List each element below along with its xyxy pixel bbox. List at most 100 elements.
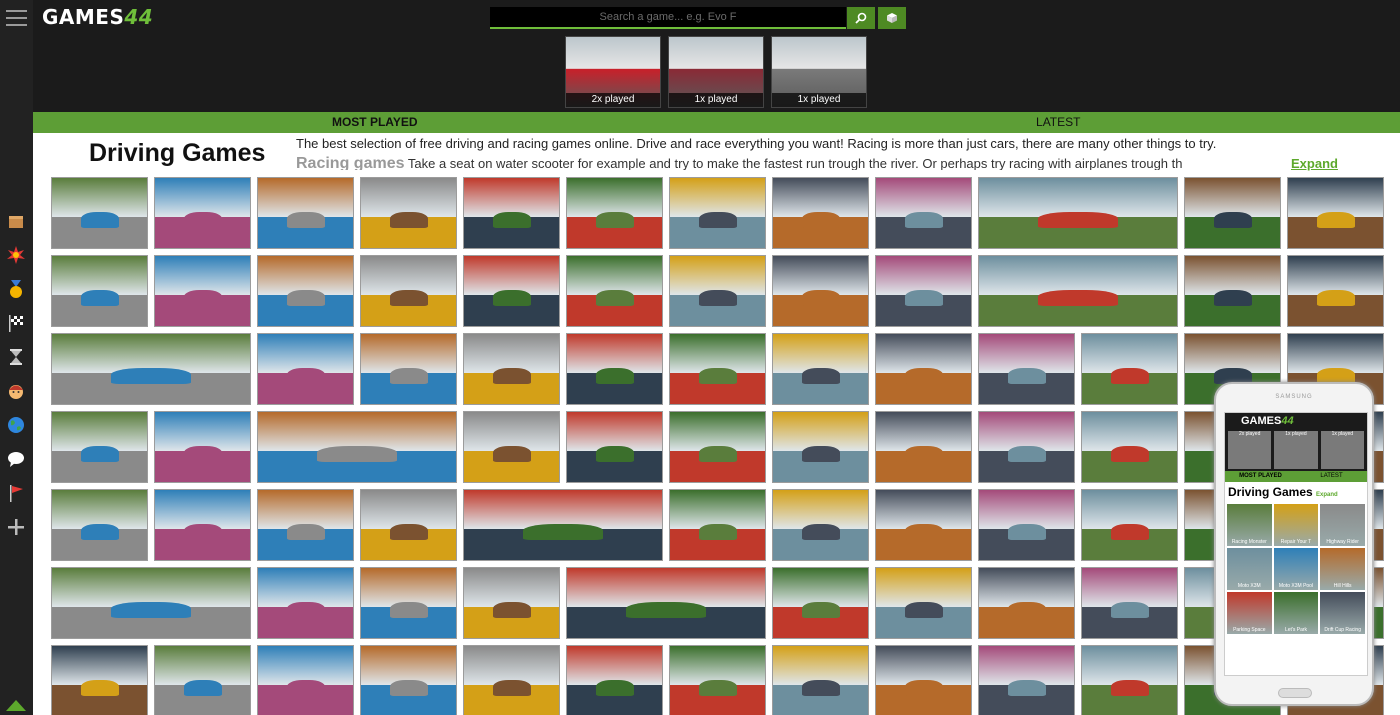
medal-icon[interactable]	[5, 278, 27, 300]
game-thumb[interactable]	[669, 489, 766, 561]
game-thumb[interactable]	[1081, 645, 1178, 715]
game-thumb[interactable]	[772, 255, 869, 327]
game-thumb[interactable]	[257, 411, 457, 483]
game-thumb[interactable]	[875, 645, 972, 715]
expand-link[interactable]: Expand	[1291, 156, 1338, 171]
game-thumb[interactable]	[463, 567, 560, 639]
game-thumb[interactable]	[51, 567, 251, 639]
game-thumb[interactable]	[51, 255, 148, 327]
game-thumb[interactable]	[669, 255, 766, 327]
game-thumb[interactable]	[875, 567, 972, 639]
game-thumb[interactable]	[154, 489, 251, 561]
game-thumb[interactable]	[1287, 255, 1384, 327]
search-button[interactable]	[847, 7, 875, 29]
hourglass-icon[interactable]	[5, 346, 27, 368]
game-thumb[interactable]	[1081, 333, 1178, 405]
game-thumb[interactable]	[772, 177, 869, 249]
game-thumb[interactable]	[257, 645, 354, 715]
search-input[interactable]	[490, 7, 846, 29]
face-icon[interactable]	[5, 380, 27, 402]
game-thumb[interactable]	[978, 489, 1075, 561]
recent-game-thumb[interactable]: 1x played	[771, 36, 867, 108]
game-thumb[interactable]	[154, 645, 251, 715]
game-thumb[interactable]	[51, 177, 148, 249]
tab-most-played[interactable]: MOST PLAYED	[33, 112, 717, 133]
recent-game-caption: 1x played	[669, 93, 763, 107]
game-thumb[interactable]	[154, 177, 251, 249]
game-thumb[interactable]	[360, 177, 457, 249]
game-thumb[interactable]	[772, 489, 869, 561]
game-thumb[interactable]	[257, 255, 354, 327]
game-thumb[interactable]	[978, 177, 1178, 249]
game-thumb[interactable]	[257, 489, 354, 561]
speech-bubble-icon[interactable]	[5, 448, 27, 470]
red-flag-icon[interactable]	[5, 482, 27, 504]
game-thumb[interactable]	[978, 645, 1075, 715]
game-thumb[interactable]	[463, 411, 560, 483]
tab-latest[interactable]: LATEST	[717, 112, 1400, 133]
game-thumb[interactable]	[360, 255, 457, 327]
game-thumb[interactable]	[1081, 489, 1178, 561]
game-thumb[interactable]	[360, 489, 457, 561]
game-thumb[interactable]	[257, 333, 354, 405]
globe-icon[interactable]	[5, 414, 27, 436]
recent-game-thumb[interactable]: 2x played	[565, 36, 661, 108]
game-thumb[interactable]	[875, 177, 972, 249]
game-thumb[interactable]	[875, 489, 972, 561]
game-thumb[interactable]	[360, 645, 457, 715]
game-thumb[interactable]	[566, 255, 663, 327]
game-thumb[interactable]	[978, 255, 1178, 327]
game-thumb[interactable]	[875, 255, 972, 327]
site-logo[interactable]: GAMES44	[42, 5, 153, 29]
game-thumb[interactable]	[257, 177, 354, 249]
game-thumb[interactable]	[51, 411, 148, 483]
game-thumb[interactable]	[566, 177, 663, 249]
game-thumb[interactable]	[1184, 255, 1281, 327]
box-icon[interactable]	[5, 210, 27, 232]
game-thumb[interactable]	[51, 333, 251, 405]
game-thumb[interactable]	[51, 489, 148, 561]
random-game-button[interactable]	[878, 7, 906, 29]
game-thumb[interactable]	[566, 567, 766, 639]
game-thumb[interactable]	[463, 177, 560, 249]
game-thumb[interactable]	[772, 411, 869, 483]
game-thumb[interactable]	[566, 645, 663, 715]
game-thumb[interactable]	[360, 567, 457, 639]
game-thumb[interactable]	[566, 411, 663, 483]
game-thumb[interactable]	[772, 567, 869, 639]
game-thumb[interactable]	[463, 255, 560, 327]
game-thumb[interactable]	[360, 333, 457, 405]
game-thumb[interactable]	[669, 645, 766, 715]
game-thumb[interactable]	[772, 645, 869, 715]
explosion-icon[interactable]	[5, 244, 27, 266]
game-thumb[interactable]	[463, 333, 560, 405]
game-thumb[interactable]	[51, 645, 148, 715]
game-thumb[interactable]	[875, 411, 972, 483]
game-thumb[interactable]	[978, 411, 1075, 483]
scroll-up-icon[interactable]	[6, 700, 26, 711]
game-thumb[interactable]	[772, 333, 869, 405]
game-thumb[interactable]	[978, 567, 1075, 639]
game-thumb[interactable]	[978, 333, 1075, 405]
game-thumb[interactable]	[566, 333, 663, 405]
game-thumb[interactable]	[669, 177, 766, 249]
game-thumb[interactable]	[1081, 411, 1178, 483]
game-thumb[interactable]	[257, 567, 354, 639]
game-thumb[interactable]	[669, 333, 766, 405]
mobile-preview: SAMSUNG GAMES44 2x played 1x played 1x pla…	[1214, 382, 1374, 706]
game-thumb[interactable]	[154, 255, 251, 327]
plus-icon[interactable]	[5, 516, 27, 538]
game-thumb[interactable]	[463, 645, 560, 715]
game-thumb[interactable]	[1287, 177, 1384, 249]
game-thumb[interactable]	[154, 411, 251, 483]
game-thumb[interactable]	[1081, 567, 1178, 639]
game-thumb[interactable]	[1184, 177, 1281, 249]
hamburger-menu-icon[interactable]	[6, 10, 27, 26]
recent-game-thumb[interactable]: 1x played	[668, 36, 764, 108]
phone-recent: 2x played 1x played 1x played	[1225, 429, 1367, 471]
game-thumb[interactable]	[669, 411, 766, 483]
checkered-flag-icon[interactable]	[5, 312, 27, 334]
phone-recent-item: 1x played	[1274, 431, 1318, 469]
game-thumb[interactable]	[875, 333, 972, 405]
game-thumb[interactable]	[463, 489, 663, 561]
